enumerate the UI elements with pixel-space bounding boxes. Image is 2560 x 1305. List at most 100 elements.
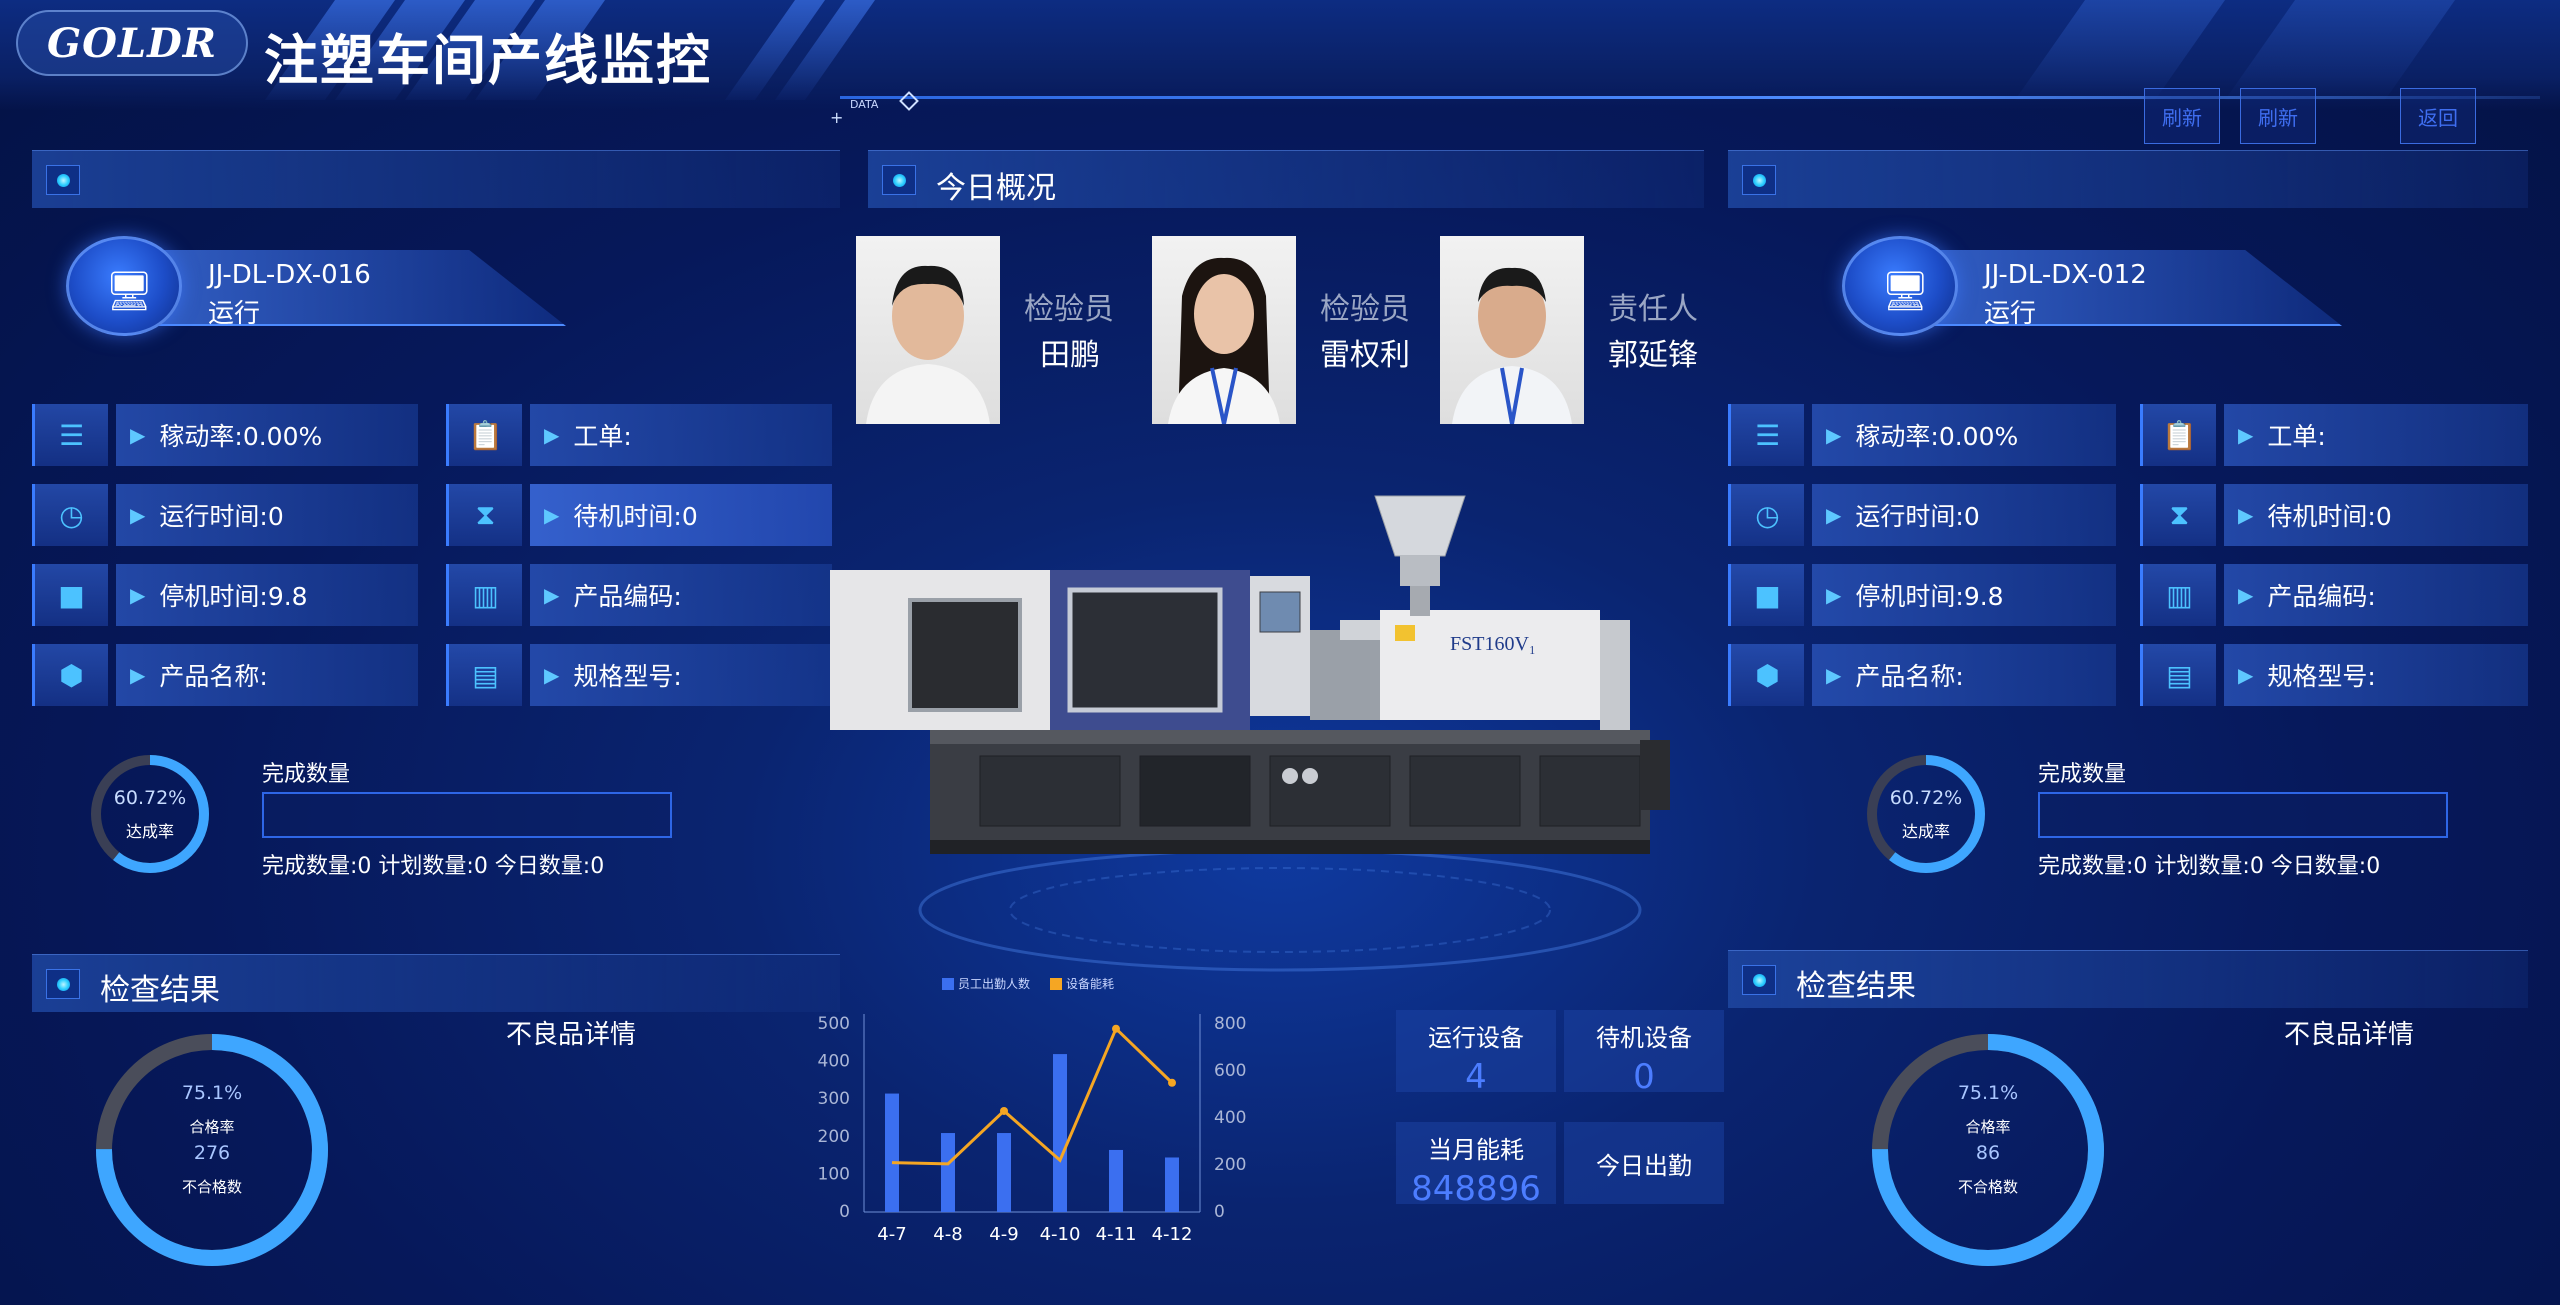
right-machine-badge: 🖥 JJ-DL-DX-012 运行 xyxy=(1842,236,2342,336)
standby-devices-card: 待机设备 0 xyxy=(1564,1010,1724,1097)
pass-rate-label: 合格率 xyxy=(1965,1118,2011,1136)
achievement-rate: 60.72% xyxy=(113,787,187,809)
energy-point xyxy=(1168,1078,1176,1087)
legend-swatch-energy xyxy=(1050,978,1062,990)
x-tick-label: 4-11 xyxy=(1096,1224,1137,1245)
inspector-photo-1 xyxy=(856,236,1000,424)
arrow-icon: ▶ xyxy=(544,583,560,607)
progress-title: 完成数量 xyxy=(262,762,351,787)
defect-detail-title: 不良品详情 xyxy=(506,1020,637,1050)
arrow-icon: ▶ xyxy=(2238,663,2254,687)
left-tick-label: 500 xyxy=(818,1014,850,1034)
cube-icon: ⬢ xyxy=(32,644,108,706)
x-tick-label: 4-9 xyxy=(989,1224,1018,1245)
arrow-icon: ▶ xyxy=(544,503,560,527)
arrow-icon: ▶ xyxy=(544,423,560,447)
defect-count: 86 xyxy=(1975,1142,2001,1164)
monthly-energy-label: 当月能耗 xyxy=(1428,1136,1524,1164)
spec-model: ▶ 规格型号: xyxy=(2224,644,2528,706)
running-devices-card: 运行设备 4 xyxy=(1396,1010,1556,1097)
hourglass-icon: ⧗ xyxy=(446,484,522,546)
clipboard-icon: 📋 xyxy=(446,404,522,466)
plus-icon: + xyxy=(830,108,844,127)
stop-time: ▶ 停机时间:9.8 xyxy=(116,564,418,626)
right-tick-label: 400 xyxy=(1214,1108,1246,1128)
legend-label-energy: 设备能耗 xyxy=(1066,977,1114,991)
right-tick-label: 0 xyxy=(1214,1202,1225,1222)
inspection-title: 检查结果 xyxy=(1796,969,1916,1004)
square-icon: ■ xyxy=(32,564,108,626)
refresh-button-2[interactable]: 刷新 xyxy=(2240,88,2316,144)
panel-dot-icon xyxy=(1742,165,1776,195)
attendance-bar xyxy=(885,1093,899,1212)
arrow-icon: ▶ xyxy=(130,423,146,447)
defect-detail-title: 不良品详情 xyxy=(2284,1020,2415,1050)
energy-point xyxy=(1000,1106,1008,1115)
progress-bar xyxy=(262,792,672,838)
arrow-icon: ▶ xyxy=(130,663,146,687)
server-icon: ☰ xyxy=(32,404,108,466)
work-order: ▶ 工单: xyxy=(530,404,832,466)
inspection-panel-header-left: 检查结果 xyxy=(32,954,840,1012)
attendance-bar xyxy=(1053,1054,1067,1212)
progress-stats: 完成数量:0 计划数量:0 今日数量:0 xyxy=(262,854,605,879)
machine-status: 运行 xyxy=(1984,299,2037,329)
machine-model-label: FST160V₁ xyxy=(1450,633,1536,655)
right-tick-label: 200 xyxy=(1214,1155,1246,1175)
today-attendance-label: 今日出勤 xyxy=(1596,1151,1692,1180)
inspection-panel-header-right: 检查结果 xyxy=(1728,950,2528,1008)
x-tick-label: 4-7 xyxy=(877,1224,906,1245)
x-tick-label: 4-8 xyxy=(933,1224,962,1245)
standby-devices-label: 待机设备 xyxy=(1596,1024,1692,1052)
energy-line xyxy=(891,1026,1174,1166)
today-attendance-card: 今日出勤 xyxy=(1564,1122,1724,1204)
achievement-label: 达成率 xyxy=(1901,822,1950,841)
barcode-icon: ▥ xyxy=(2140,564,2216,626)
pass-rate: 75.1% xyxy=(181,1082,243,1104)
machine-status: 运行 xyxy=(208,299,261,329)
overview-title: 今日概况 xyxy=(936,171,1056,206)
running-devices-value: 4 xyxy=(1465,1057,1487,1097)
standby-time: ▶ 待机时间:0 xyxy=(2224,484,2528,546)
standby-time: ▶ 待机时间:0 xyxy=(530,484,832,546)
arrow-icon: ▶ xyxy=(544,663,560,687)
work-order: ▶ 工单: xyxy=(2224,404,2528,466)
product-name: ▶ 产品名称: xyxy=(116,644,418,706)
defect-count-label: 不合格数 xyxy=(181,1178,242,1196)
monitor-icon: 🖥 xyxy=(66,236,182,336)
achievement-label: 达成率 xyxy=(125,822,174,841)
logo-text: GOLDR xyxy=(46,19,218,67)
utilization-rate: ▶ 稼动率:0.00% xyxy=(1812,404,2116,466)
running-devices-label: 运行设备 xyxy=(1428,1024,1524,1052)
clock-icon: ◷ xyxy=(1728,484,1804,546)
monitor-icon: 🖥 xyxy=(1842,236,1958,336)
barcode-icon: ▥ xyxy=(446,564,522,626)
hourglass-icon: ⧗ xyxy=(2140,484,2216,546)
product-name: ▶ 产品名称: xyxy=(1812,644,2116,706)
refresh-button-1[interactable]: 刷新 xyxy=(2144,88,2220,144)
server-icon: ☰ xyxy=(1728,404,1804,466)
panel-dot-icon xyxy=(882,165,916,195)
attendance-bar xyxy=(997,1133,1011,1212)
list-icon: ▤ xyxy=(446,644,522,706)
progress-stats: 完成数量:0 计划数量:0 今日数量:0 xyxy=(2038,854,2381,879)
role-label-3: 责任人 xyxy=(1608,292,1698,327)
run-time: ▶ 运行时间:0 xyxy=(1812,484,2116,546)
left-machine-badge: 🖥 JJ-DL-DX-016 运行 xyxy=(66,236,566,336)
company-logo: GOLDR xyxy=(16,10,248,76)
arrow-icon: ▶ xyxy=(130,583,146,607)
left-tick-label: 100 xyxy=(818,1164,850,1184)
left-tick-label: 200 xyxy=(818,1127,850,1147)
data-tag: DATA xyxy=(850,98,879,111)
cube-icon: ⬢ xyxy=(1728,644,1804,706)
monthly-energy-card: 当月能耗 848896 xyxy=(1396,1122,1556,1209)
pass-rate-label: 合格率 xyxy=(189,1118,235,1136)
clipboard-icon: 📋 xyxy=(2140,404,2216,466)
left-tick-label: 300 xyxy=(818,1089,850,1109)
x-tick-label: 4-10 xyxy=(1040,1224,1081,1245)
spec-model: ▶ 规格型号: xyxy=(530,644,832,706)
left-machine-panel-header xyxy=(32,150,840,208)
arrow-icon: ▶ xyxy=(1826,663,1842,687)
achievement-ring xyxy=(1867,755,1985,873)
back-button[interactable]: 返回 xyxy=(2400,88,2476,144)
